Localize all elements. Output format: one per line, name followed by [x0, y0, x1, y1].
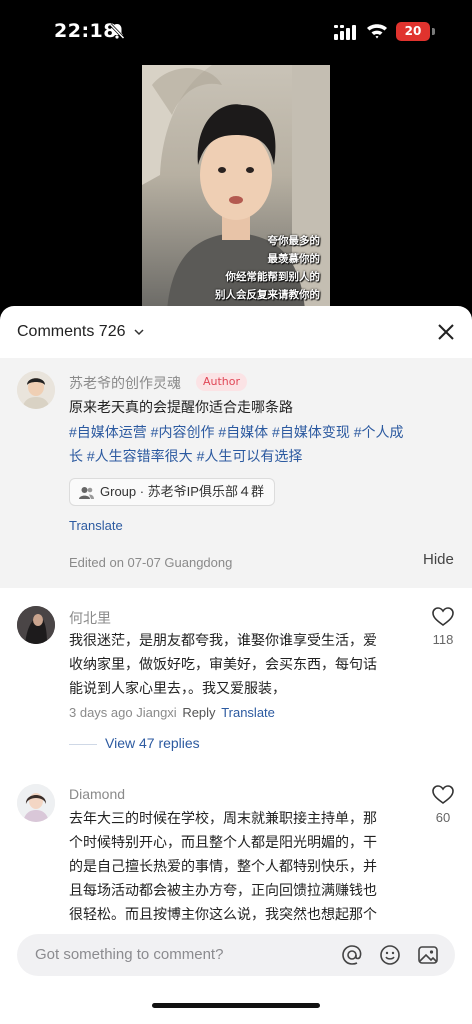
heart-icon[interactable]: [432, 785, 454, 805]
reply-button[interactable]: Reply: [182, 705, 215, 720]
comment-text: 我很迷茫，是朋友都夸我，谁娶你谁享受生活，爱 收纳家里，做饭好吃，审美好，会买东…: [69, 628, 419, 700]
avatar[interactable]: [17, 606, 55, 644]
heart-icon[interactable]: [432, 607, 454, 627]
group-icon: [79, 487, 94, 499]
comment-text: 去年大三的时候在学校，周末就兼职接主持单，那 个时候特别开心，而且整个人都是阳光…: [69, 806, 419, 926]
comments-title: Comments 726: [17, 323, 126, 340]
chevron-down-icon: [134, 329, 144, 335]
comment-line: 且每场活动都会被主办方夸，正向回馈拉满赚钱也: [69, 882, 377, 898]
signal-icon: [334, 25, 356, 40]
caption-line: 你经常能帮到别人的: [225, 271, 321, 283]
bell-muted-icon: [109, 23, 125, 40]
translate-link[interactable]: Translate: [69, 518, 123, 533]
caption-line: 夸你最多的: [267, 235, 321, 247]
username[interactable]: 何北里: [69, 608, 111, 628]
video-frame[interactable]: 夸你最多的 最羡慕你的 你经常能帮到别人的 别人会反复来请教你的: [142, 65, 330, 310]
comments-sort-button[interactable]: Comments 726: [17, 323, 145, 341]
close-icon[interactable]: [436, 322, 456, 342]
home-indicator: [152, 1003, 320, 1008]
like-count: 118: [432, 632, 454, 647]
emoji-icon[interactable]: [379, 944, 401, 966]
battery-tip: [432, 28, 435, 35]
comment-meta: 3 days ago Jiangxi Reply Translate: [69, 705, 275, 720]
comment-line: 个时候特别开心，而且整个人都是阳光明媚的，干: [69, 834, 377, 850]
image-icon[interactable]: [417, 944, 439, 966]
video-caption: 夸你最多的 最羡慕你的 你经常能帮到别人的 别人会反复来请教你的: [215, 232, 320, 304]
username[interactable]: Diamond: [69, 786, 125, 802]
comment-line: 去年大三的时候在学校，周末就兼职接主持单，那: [69, 810, 377, 826]
avatar[interactable]: [17, 784, 55, 822]
hashtags-line[interactable]: #自媒体运营 #内容创作 #自媒体 #自媒体变现 #个人成: [69, 420, 457, 444]
comment-line: 的是自己擅长热爱的事情，整个人都特别快乐，并: [69, 858, 377, 874]
video-player[interactable]: 夸你最多的 最羡慕你的 你经常能帮到别人的 别人会反复来请教你的: [0, 62, 472, 312]
comment-line: 很轻松。而且按博主你这么说，我突然也想起那个: [69, 906, 377, 922]
hashtags[interactable]: #自媒体运营 #内容创作 #自媒体 #自媒体变现 #个人成 长 #人生容错率很大…: [69, 420, 457, 468]
hide-button[interactable]: Hide: [423, 551, 454, 568]
comment-line: 我很迷茫，是朋友都夸我，谁娶你谁享受生活，爱: [69, 632, 377, 648]
comment-text: 原来老天真的会提醒你适合走哪条路: [69, 399, 293, 415]
avatar[interactable]: [17, 371, 55, 409]
sheet-header: Comments 726: [0, 306, 472, 358]
comment-line: 能说到人家心里去，。我又爱服装，: [69, 680, 286, 696]
pinned-author-comment: 苏老爷的创作灵魂 Author 原来老天真的会提醒你适合走哪条路 #自媒体运营 …: [0, 358, 472, 588]
edited-meta: Edited on 07-07 Guangdong: [69, 555, 233, 570]
mention-icon[interactable]: [341, 944, 363, 966]
status-bar: 22:18 20: [0, 0, 472, 62]
comment-line: 收纳家里，做饭好吃，审美好，会买东西，每句话: [69, 656, 377, 672]
comment-time-location: 3 days ago Jiangxi: [69, 705, 177, 720]
author-badge: Author: [196, 373, 248, 391]
like-count: 60: [435, 810, 451, 825]
group-chip[interactable]: Group · 苏老爷IP俱乐部４群: [69, 478, 275, 506]
wifi-icon: [367, 24, 387, 39]
caption-line: 最羡慕你的: [267, 253, 321, 265]
comments-sheet: Comments 726 苏老爷的创作灵魂 Author 原来老天真的会提醒你适…: [0, 306, 472, 1024]
group-label: Group · 苏老爷IP俱乐部４群: [100, 484, 264, 499]
view-replies-button[interactable]: View 47 replies: [69, 735, 200, 751]
caption-line: 别人会反复来请教你的: [215, 289, 320, 301]
hashtags-line[interactable]: 长 #人生容错率很大 #人生可以有选择: [69, 444, 457, 468]
comment-input[interactable]: Got something to comment?: [17, 934, 455, 976]
battery-indicator: 20: [396, 22, 430, 41]
comment-input-placeholder: Got something to comment?: [35, 946, 224, 963]
username[interactable]: 苏老爷的创作灵魂: [69, 373, 181, 393]
translate-link[interactable]: Translate: [221, 705, 275, 720]
